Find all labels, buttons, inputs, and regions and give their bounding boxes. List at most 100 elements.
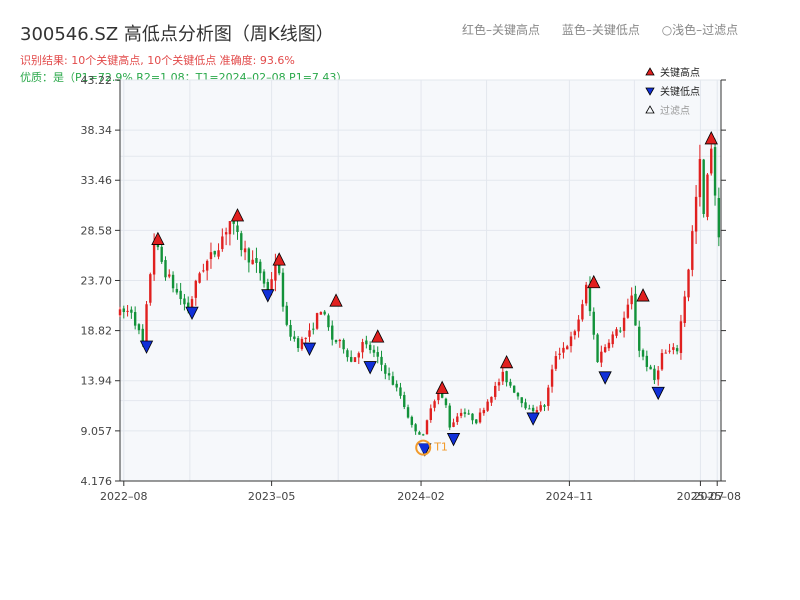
candle-body bbox=[475, 419, 478, 424]
candle-body bbox=[528, 408, 531, 410]
candle-body bbox=[592, 311, 595, 335]
x-tick-label: 2023–05 bbox=[248, 490, 296, 503]
candle-body bbox=[619, 330, 622, 332]
candle-body bbox=[675, 348, 679, 352]
x-tick-label: 2024–02 bbox=[397, 490, 445, 503]
candle-body bbox=[403, 395, 406, 407]
candle-body bbox=[429, 408, 432, 420]
candle-body bbox=[467, 413, 470, 415]
candle-body bbox=[494, 385, 497, 397]
x-tick-label: 2025–08 bbox=[693, 490, 741, 503]
candle-body bbox=[300, 338, 304, 349]
candle-body bbox=[319, 312, 323, 315]
candle-body bbox=[418, 432, 421, 435]
candle-body bbox=[698, 159, 702, 198]
candle-body bbox=[448, 405, 451, 428]
candle-body bbox=[315, 313, 319, 329]
candle-body bbox=[566, 346, 569, 350]
candle-body bbox=[387, 373, 391, 376]
y-tick-label: 9.057 bbox=[81, 425, 113, 438]
candle-body bbox=[516, 392, 520, 397]
candle-body bbox=[607, 342, 611, 349]
candle-body bbox=[228, 221, 232, 235]
candle-body bbox=[600, 351, 603, 363]
candle-body bbox=[183, 298, 186, 305]
candle-body bbox=[554, 356, 558, 369]
candle-body bbox=[361, 342, 364, 353]
candle-body bbox=[414, 424, 417, 432]
candle-body bbox=[152, 244, 156, 275]
candle-body bbox=[588, 284, 592, 312]
y-tick-label: 28.58 bbox=[81, 224, 113, 237]
candle-body bbox=[179, 290, 182, 300]
candle-body bbox=[149, 274, 152, 303]
candle-body bbox=[524, 402, 527, 409]
candle-body bbox=[209, 252, 213, 260]
candle-body bbox=[323, 311, 326, 315]
candle-body bbox=[562, 347, 565, 353]
candle-body bbox=[247, 248, 251, 263]
candle-body bbox=[368, 344, 372, 351]
candle-body bbox=[611, 334, 614, 345]
y-tick-label: 23.70 bbox=[81, 274, 113, 287]
y-tick-label: 18.82 bbox=[81, 325, 113, 338]
x-tick-label: 2024–11 bbox=[546, 490, 594, 503]
candle-body bbox=[717, 198, 721, 238]
x-tick-label: 2022–08 bbox=[100, 490, 148, 503]
candle-body bbox=[304, 337, 307, 339]
candle-body bbox=[296, 338, 300, 348]
candle-body bbox=[668, 350, 671, 352]
candle-body bbox=[497, 382, 501, 386]
candle-body bbox=[520, 397, 523, 404]
candle-body bbox=[289, 325, 292, 337]
candle-body bbox=[224, 232, 228, 235]
candle-body bbox=[433, 401, 436, 408]
y-tick-label: 33.46 bbox=[81, 174, 113, 187]
candle-body bbox=[452, 422, 455, 427]
candle-body bbox=[539, 405, 542, 411]
candle-body bbox=[683, 296, 686, 324]
candle-body bbox=[171, 274, 175, 289]
candle-body bbox=[672, 347, 675, 350]
candle-body bbox=[641, 350, 645, 357]
candle-body bbox=[137, 324, 141, 331]
candle-body bbox=[630, 295, 633, 305]
candle-body bbox=[399, 387, 402, 396]
candle-body bbox=[486, 401, 489, 411]
legend-label-filtered: 过滤点 bbox=[660, 104, 690, 117]
candle-body bbox=[577, 319, 580, 332]
candle-body bbox=[118, 309, 122, 316]
candle-body bbox=[236, 225, 239, 232]
candle-body bbox=[505, 371, 508, 383]
candle-body bbox=[490, 396, 493, 403]
candle-body bbox=[353, 357, 357, 363]
candle-body bbox=[391, 376, 395, 385]
candle-body bbox=[349, 356, 353, 362]
candle-body bbox=[584, 284, 588, 304]
candle-body bbox=[365, 340, 368, 345]
candle-body bbox=[384, 365, 387, 374]
t1-label: T1 bbox=[433, 441, 448, 454]
candle-body bbox=[638, 326, 641, 351]
candle-body bbox=[535, 410, 539, 413]
candle-body bbox=[308, 330, 311, 337]
candle-body bbox=[243, 248, 247, 253]
candle-body bbox=[331, 325, 334, 340]
candle-body bbox=[130, 309, 133, 313]
candle-body bbox=[660, 353, 664, 370]
candle-body bbox=[478, 412, 482, 423]
candle-body bbox=[664, 352, 667, 354]
candle-body bbox=[679, 321, 683, 353]
candle-body bbox=[145, 304, 148, 342]
candle-body bbox=[357, 353, 360, 358]
candle-body bbox=[713, 147, 717, 196]
candle-body bbox=[202, 270, 205, 272]
candle-body bbox=[422, 434, 425, 436]
candle-body bbox=[164, 260, 167, 278]
candle-body bbox=[285, 305, 288, 325]
candle-body bbox=[626, 304, 630, 318]
candle-body bbox=[281, 272, 285, 307]
candle-body bbox=[596, 334, 599, 363]
candle-body bbox=[456, 416, 459, 423]
candle-body bbox=[459, 412, 463, 416]
